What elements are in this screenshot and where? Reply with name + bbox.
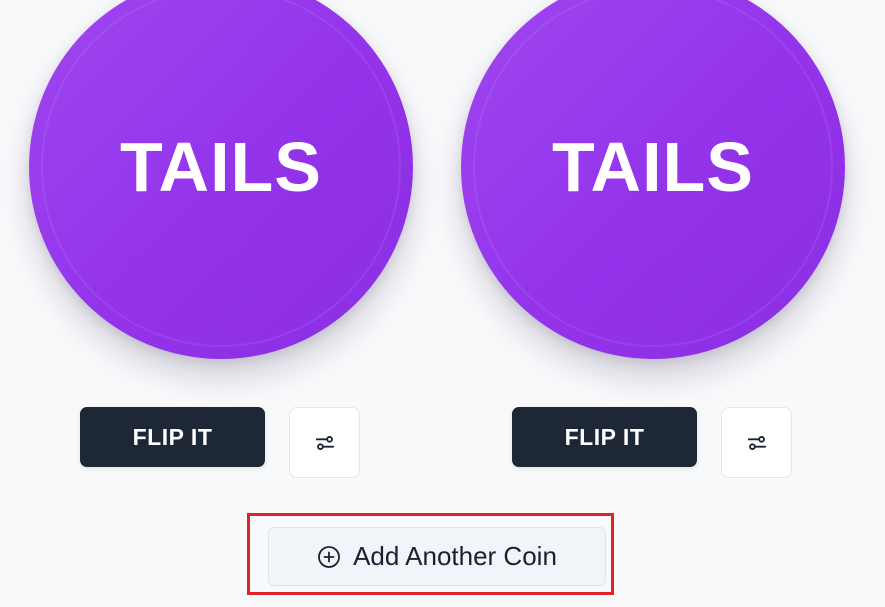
- coin-settings-button-2[interactable]: [721, 407, 792, 478]
- flip-button-2[interactable]: FLIP IT: [512, 407, 697, 467]
- sliders-icon: [746, 432, 768, 454]
- coin-face-label: TAILS: [119, 128, 322, 206]
- add-another-coin-button[interactable]: Add Another Coin: [268, 527, 606, 586]
- coin-settings-button-1[interactable]: [289, 407, 360, 478]
- coin-2[interactable]: TAILS: [461, 0, 845, 359]
- flip-button-1[interactable]: FLIP IT: [80, 407, 265, 467]
- plus-circle-icon: [317, 545, 341, 569]
- sliders-icon: [314, 432, 336, 454]
- coin-face-label: TAILS: [551, 128, 754, 206]
- coin-1[interactable]: TAILS: [29, 0, 413, 359]
- add-another-coin-label: Add Another Coin: [353, 541, 557, 571]
